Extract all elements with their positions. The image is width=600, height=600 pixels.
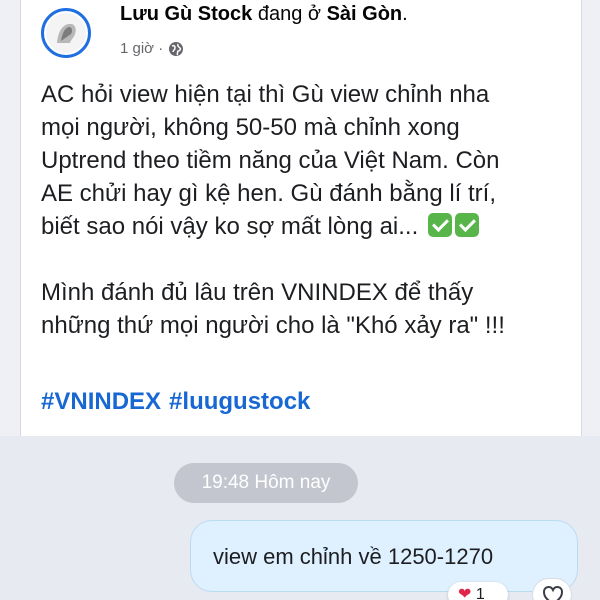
check-mark-icon <box>454 213 479 237</box>
post-paragraph: Mình đánh đủ lâu trên VNINDEX để thấy nh… <box>41 279 505 339</box>
post-paragraph: AC hỏi view hiện tại thì Gù view chỉnh n… <box>41 78 581 243</box>
check-mark-icon <box>427 213 452 237</box>
location-suffix: . <box>402 3 408 25</box>
message-reaction[interactable]: ❤ 1 <box>448 582 508 600</box>
heart-icon: ❤ <box>458 586 472 600</box>
post-header: Lưu Gù Stock đang ở Sài Gòn. <box>120 3 408 26</box>
location-name[interactable]: Sài Gòn <box>327 3 403 25</box>
post-body: AC hỏi view hiện tại thì Gù view chỉnh n… <box>41 78 581 342</box>
reaction-count: 1 <box>475 586 485 600</box>
author-name[interactable]: Lưu Gù Stock <box>120 3 252 25</box>
add-reaction-button[interactable] <box>532 578 572 600</box>
hashtag-link[interactable]: #luugustock <box>169 388 310 415</box>
shared-post-card[interactable]: Lưu Gù Stock đang ở Sài Gòn. 1 giờ · AC … <box>20 0 582 436</box>
outgoing-message-bubble[interactable]: view em chỉnh về 1250-1270 <box>190 520 578 592</box>
location-prefix: đang ở <box>257 3 321 25</box>
hashtag-link[interactable]: #VNINDEX <box>41 388 161 415</box>
chat-timestamp: 19:48 Hôm nay <box>174 463 358 503</box>
author-avatar[interactable] <box>41 8 91 58</box>
post-meta: 1 giờ · <box>120 40 184 57</box>
globe-icon <box>169 41 184 56</box>
hashtags: #VNINDEX #luugustock <box>41 388 310 416</box>
heart-outline-icon <box>542 585 564 600</box>
post-time[interactable]: 1 giờ · <box>120 40 163 57</box>
